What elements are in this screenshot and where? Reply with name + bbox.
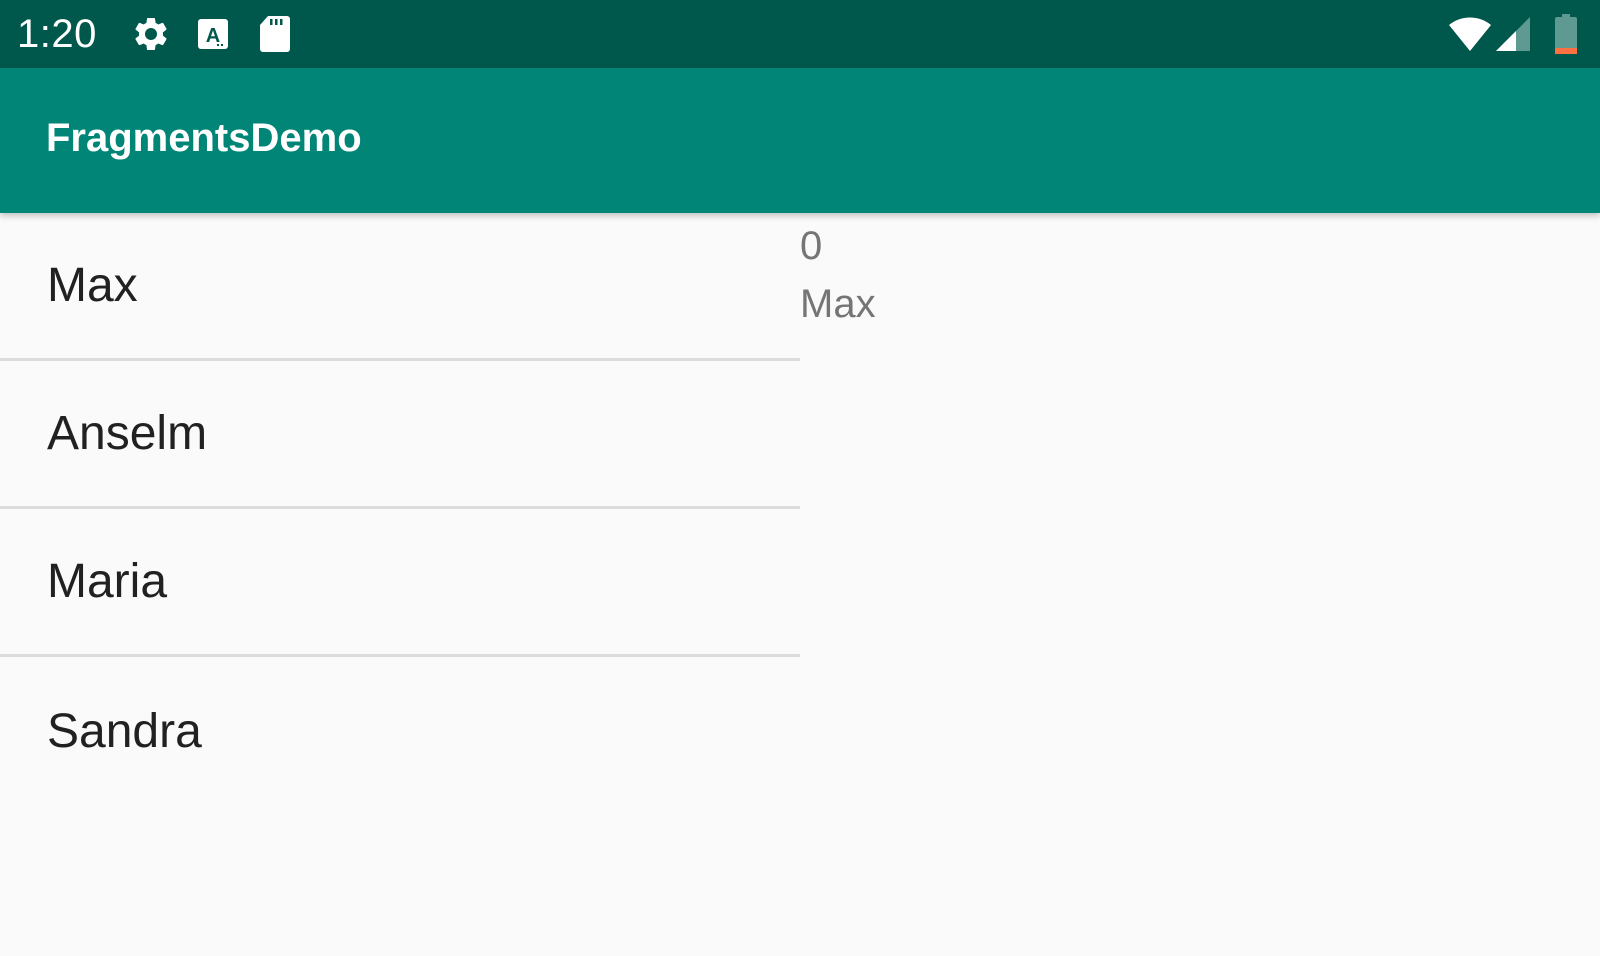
detail-pane: 0 Max [800, 213, 1600, 956]
app-bar: FragmentsDemo [0, 68, 1600, 213]
status-bar-right [1448, 0, 1578, 68]
keyboard-a-icon: A [197, 18, 229, 50]
svg-text:A: A [206, 25, 220, 47]
gear-icon [131, 14, 171, 54]
detail-name: Max [800, 282, 876, 326]
wifi-icon [1448, 15, 1492, 53]
status-bar: 1:20 A [0, 0, 1600, 68]
list-item-sandra[interactable]: Sandra [0, 657, 800, 805]
status-bar-left: 1:20 A [0, 0, 291, 68]
status-clock: 1:20 [17, 11, 97, 56]
names-list: Max Anselm Maria Sandra [0, 213, 800, 805]
list-item-max[interactable]: Max [0, 213, 800, 361]
app-title: FragmentsDemo [46, 116, 362, 160]
list-item-anselm[interactable]: Anselm [0, 361, 800, 509]
sd-card-icon [259, 15, 291, 53]
battery-icon [1554, 14, 1578, 54]
cell-signal-icon [1494, 15, 1532, 53]
list-item-maria[interactable]: Maria [0, 509, 800, 657]
detail-id: 0 [800, 224, 823, 268]
